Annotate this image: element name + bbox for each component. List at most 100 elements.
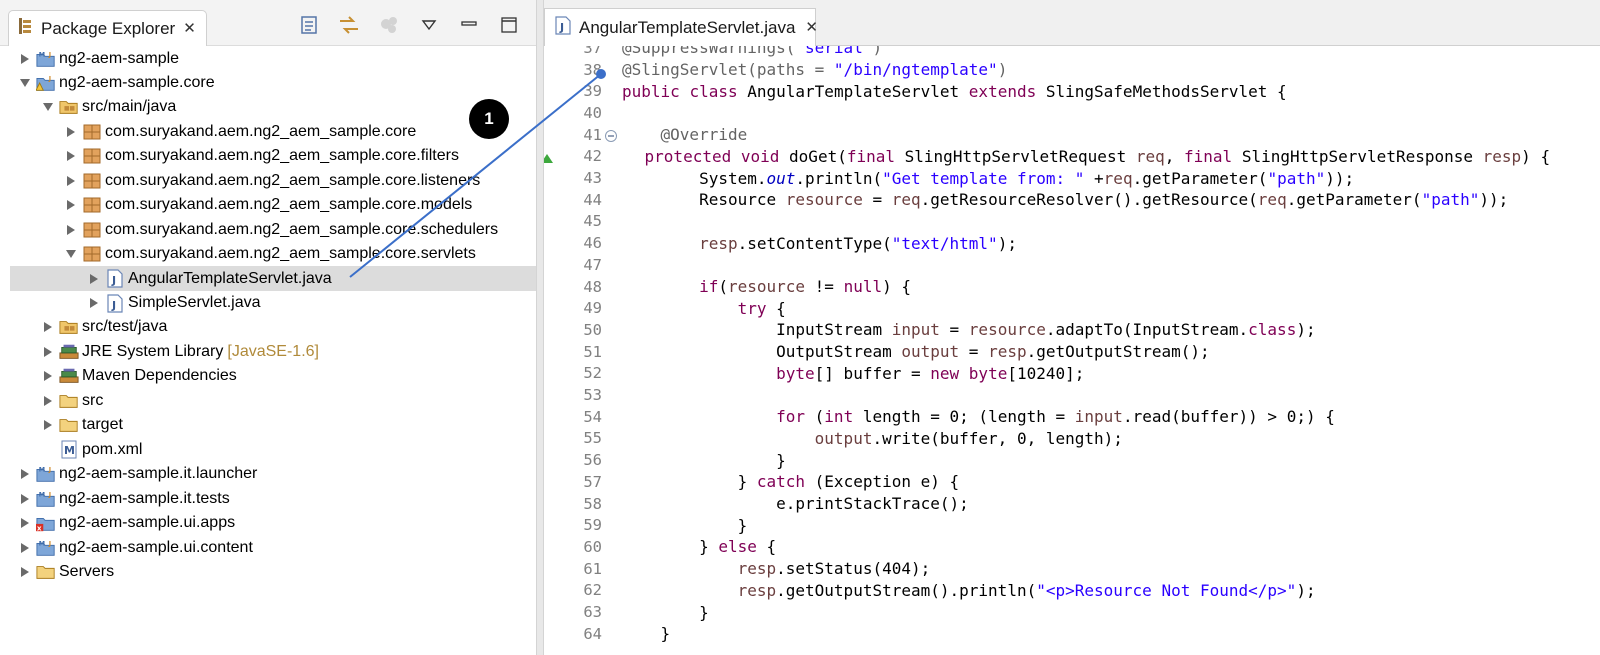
gutter-spacer [604,214,618,228]
chevron-right-icon[interactable] [41,418,55,432]
code-token: final [846,146,896,166]
tree-item[interactable]: target [0,413,536,438]
link-with-editor-icon[interactable] [338,14,360,36]
code-line: 64 } [544,623,670,645]
tree-item[interactable]: JRE System Library [JavaSE-1.6] [0,339,536,364]
close-icon[interactable]: ✕ [183,21,196,36]
code-token: AngularTemplateServlet [737,81,969,101]
code-line: 40 [544,102,622,124]
gutter-spacer [604,453,618,467]
chevron-right-icon[interactable] [18,52,32,66]
chevron-down-icon[interactable] [41,100,55,114]
code-text: InputStream input = resource.adaptTo(Inp… [622,320,1315,340]
close-icon[interactable]: ✕ [805,20,818,35]
tree-item[interactable]: com.suryakand.aem.ng2_aem_sample.core [0,119,536,144]
package-explorer-toolbar [298,14,520,36]
chevron-right-icon[interactable] [41,369,55,383]
code-line: 39 public class AngularTemplateServlet ex… [544,80,1286,102]
code-text: @Override [622,125,748,144]
chevron-right-icon[interactable] [64,223,78,237]
chevron-right-icon[interactable] [41,345,55,359]
code-token: new [930,363,960,383]
chevron-down-icon[interactable] [64,247,78,261]
code-line: 43 System.out.println("Get template from… [544,167,1354,189]
project-icon: MJ [36,490,56,508]
maximize-icon[interactable] [498,14,520,36]
package-explorer-tab[interactable]: Package Explorer ✕ [8,10,207,46]
chevron-right-icon[interactable] [64,125,78,139]
tree-item[interactable]: com.suryakand.aem.ng2_aem_sample.core.li… [0,168,536,193]
tree-item[interactable]: src/main/java [0,95,536,120]
line-number: 62 [583,581,602,600]
code-text: output.write(buffer, 0, length); [622,429,1123,448]
gutter-spacer [604,193,618,207]
gutter-spacer [604,258,618,272]
code-token: .setContentType( [737,233,892,253]
gutter-spacer [604,171,618,185]
minimize-icon[interactable] [458,14,480,36]
chevron-right-icon[interactable] [18,467,32,481]
view-menu-icon[interactable] [418,14,440,36]
tree-item-label: AngularTemplateServlet.java [128,269,332,287]
gutter-spacer [604,518,618,532]
code-token: .read(buffer)) > 0;) { [1122,407,1335,427]
code-token: output [814,428,873,448]
java-file-icon: J [555,15,571,40]
chevron-right-icon[interactable] [41,320,55,334]
code-token: req [1135,146,1165,166]
tree-item[interactable]: Jng2-aem-sample.core [0,70,536,95]
tree-item[interactable]: com.suryakand.aem.ng2_aem_sample.core.sc… [0,217,536,242]
line-number: 37 [583,46,602,57]
editor-tab-angular-template-servlet[interactable]: J AngularTemplateServlet.java ✕ [544,8,818,46]
panel-splitter[interactable] [536,0,544,655]
collapse-all-icon[interactable] [298,14,320,36]
code-token: .getParameter( [1132,168,1268,188]
tree-item[interactable]: Servers [0,559,536,584]
tree-item[interactable]: com.suryakand.aem.ng2_aem_sample.core.mo… [0,193,536,218]
chevron-down-icon[interactable] [18,76,32,90]
code-text: OutputStream output = resp.getOutputStre… [622,342,1210,361]
package-icon [82,196,102,214]
chevron-right-icon[interactable] [18,565,32,579]
code-token: } [622,602,709,622]
line-number: 50 [583,320,602,339]
gutter-spacer [604,388,618,402]
chevron-right-icon[interactable] [64,198,78,212]
chevron-right-icon[interactable] [64,149,78,163]
chevron-right-icon[interactable] [18,541,32,555]
line-number: 47 [583,255,602,274]
tree-item[interactable]: com.suryakand.aem.ng2_aem_sample.core.se… [0,242,536,267]
override-marker-icon[interactable] [544,149,554,164]
svg-text:J: J [48,491,51,498]
chevron-right-icon[interactable] [18,516,32,530]
chevron-right-icon[interactable] [87,296,101,310]
tree-item[interactable]: M Jng2-aem-sample [0,46,536,71]
tree-item[interactable]: J AngularTemplateServlet.java [10,266,536,292]
tree-item[interactable]: J SimpleServlet.java [0,291,536,316]
code-editor[interactable]: 37 @SuppressWarnings("serial") 38 @SlingSer… [544,46,1600,655]
focus-icon[interactable] [378,14,400,36]
gutter-spacer [604,431,618,445]
code-token: class [1248,320,1297,340]
tree-item[interactable]: x ng2-aem-sample.ui.apps [0,511,536,536]
chevron-right-icon[interactable] [87,272,101,286]
line-number: 61 [583,559,602,578]
tree-item-label: target [82,416,123,434]
chevron-right-icon[interactable] [18,492,32,506]
fold-toggle-icon[interactable] [604,128,618,142]
svg-text:J: J [111,299,116,312]
chevron-right-icon[interactable] [64,174,78,188]
tree-item[interactable]: com.suryakand.aem.ng2_aem_sample.core.fi… [0,144,536,169]
code-token: class [689,81,738,101]
tree-item[interactable]: src [0,388,536,413]
tree-item[interactable]: src/test/java [0,315,536,340]
code-token: input [891,320,940,340]
tree-item[interactable]: M Jng2-aem-sample.it.tests [0,486,536,511]
tree-item[interactable]: M Jng2-aem-sample.ui.content [0,535,536,560]
tree-item[interactable]: Mpom.xml [0,437,536,462]
chevron-right-icon[interactable] [41,394,55,408]
source-folder-icon [59,318,79,336]
tree-item[interactable]: Maven Dependencies [0,364,536,389]
tree-item[interactable]: M Jng2-aem-sample.it.launcher [0,462,536,487]
